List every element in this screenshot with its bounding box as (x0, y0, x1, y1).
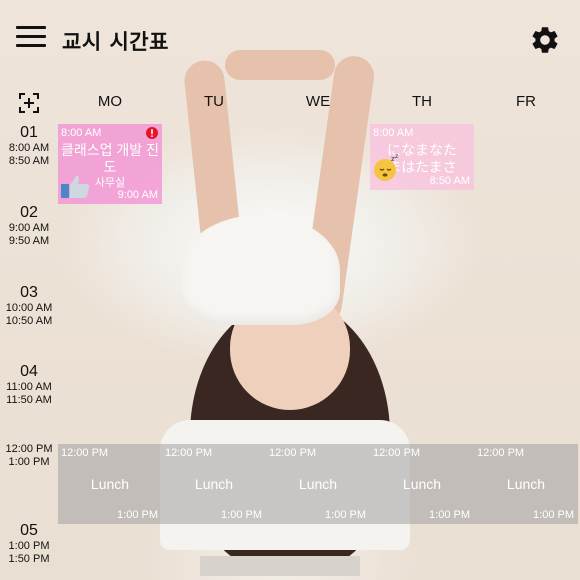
period-start: 8:00 AM (8, 142, 50, 154)
alert-icon (146, 127, 158, 139)
course-start-time: 8:00 AM (373, 127, 414, 139)
course-start-time: 8:00 AM (61, 127, 102, 139)
lunch-label: Lunch (506, 476, 546, 492)
add-schedule-button[interactable] (18, 92, 40, 114)
period-04: 04 11:00 AM 11:50 AM (0, 363, 58, 407)
svg-text:z: z (395, 153, 398, 160)
course-end-time: 8:50 AM (429, 175, 470, 187)
period-start: 9:00 AM (8, 222, 50, 234)
lunch-start-time: 12:00 PM (61, 447, 109, 459)
period-end: 10:50 AM (5, 315, 53, 327)
period-end: 1:50 PM (8, 553, 50, 565)
gear-icon (532, 27, 558, 53)
menu-icon (16, 26, 46, 29)
period-start: 10:00 AM (5, 302, 53, 314)
day-header-we: WE (305, 93, 331, 110)
lunch-end-time: 1:00 PM (117, 509, 158, 521)
lunch-block-th[interactable]: 12:00 PM Lunch 1:00 PM (370, 444, 474, 524)
period-number: 04 (20, 363, 38, 380)
period-end: 1:00 PM (8, 456, 50, 468)
period-02: 02 9:00 AM 9:50 AM (0, 204, 58, 248)
period-number: 02 (20, 204, 38, 221)
period-05: 05 1:00 PM 1:50 PM (0, 522, 58, 566)
lunch-label: Lunch (90, 476, 130, 492)
lunch-end-time: 1:00 PM (533, 509, 574, 521)
lunch-end-time: 1:00 PM (221, 509, 262, 521)
day-header-tu: TU (204, 93, 224, 110)
add-schedule-icon (19, 93, 39, 113)
period-03: 03 10:00 AM 10:50 AM (0, 284, 58, 328)
period-end: 11:50 AM (6, 394, 52, 406)
course-block-th[interactable]: 8:00 AM になまなたまはたまさ z z 8:50 AM (370, 124, 474, 190)
period-start: 11:00 AM (6, 381, 52, 393)
period-end: 8:50 AM (8, 155, 50, 167)
course-end-time: 9:00 AM (117, 189, 158, 201)
course-name: 클래스업 개발 진도 (61, 142, 159, 175)
lunch-label: Lunch (194, 476, 234, 492)
lunch-block-tu[interactable]: 12:00 PM Lunch 1:00 PM (162, 444, 266, 524)
menu-button[interactable] (16, 26, 46, 52)
lunch-end-time: 1:00 PM (429, 509, 470, 521)
sleeping-emoji-sticker: z z (374, 153, 398, 181)
lunch-block-fr[interactable]: 12:00 PM Lunch 1:00 PM (474, 444, 578, 524)
period-start: 12:00 PM (5, 443, 53, 455)
period-number: 05 (20, 522, 38, 539)
lunch-end-time: 1:00 PM (325, 509, 366, 521)
thumbs-up-sticker (61, 175, 90, 198)
lunch-start-time: 12:00 PM (373, 447, 421, 459)
app-header: 교시 시간표 (0, 0, 580, 80)
lunch-label: Lunch (298, 476, 338, 492)
lunch-start-time: 12:00 PM (269, 447, 317, 459)
period-start: 1:00 PM (8, 540, 50, 552)
lunch-label: Lunch (402, 476, 442, 492)
lunch-block-mo[interactable]: 12:00 PM Lunch 1:00 PM (58, 444, 162, 524)
lunch-block-we[interactable]: 12:00 PM Lunch 1:00 PM (266, 444, 370, 524)
period-end: 9:50 AM (8, 235, 50, 247)
day-header-mo: MO (97, 93, 123, 110)
course-block-mo[interactable]: 8:00 AM 클래스업 개발 진도 사무실 9:00 AM (58, 124, 162, 204)
period-01: 01 8:00 AM 8:50 AM (0, 124, 58, 168)
settings-button[interactable] (529, 24, 561, 56)
period-number: 01 (20, 124, 38, 141)
lunch-start-time: 12:00 PM (165, 447, 213, 459)
day-header-fr: FR (516, 93, 536, 110)
period-number: 03 (20, 284, 38, 301)
period-lunch: 12:00 PM 1:00 PM (0, 443, 58, 469)
app-title: 교시 시간표 (62, 30, 169, 54)
lunch-start-time: 12:00 PM (477, 447, 525, 459)
day-header-th: TH (412, 93, 432, 110)
